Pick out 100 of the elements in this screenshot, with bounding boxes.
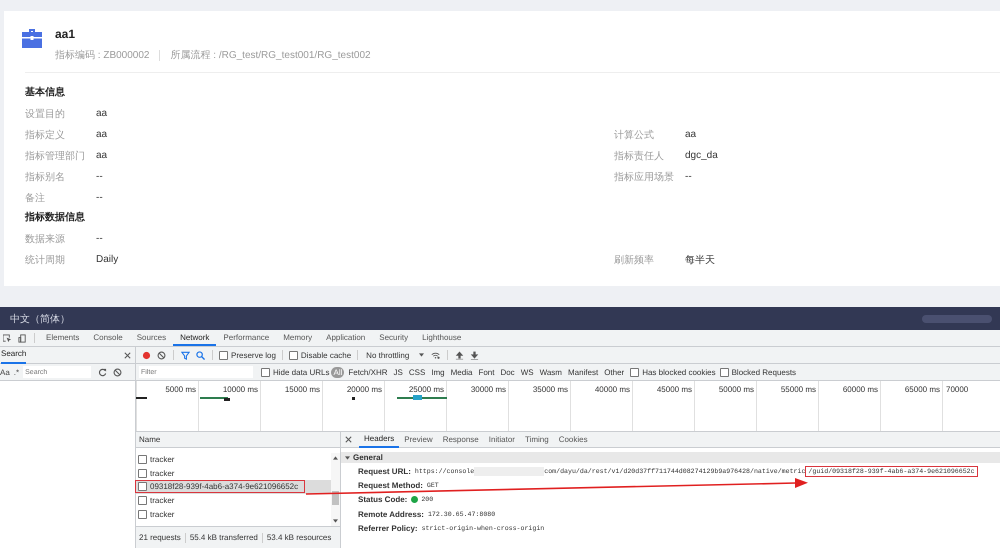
devtools-tab[interactable]: Performance bbox=[216, 330, 276, 346]
type-filter[interactable]: CSS bbox=[406, 368, 428, 376]
type-filter[interactable]: Other bbox=[602, 368, 626, 376]
field-label: 备注 bbox=[25, 192, 46, 204]
request-row[interactable]: tracker bbox=[136, 454, 180, 466]
devtools-tab[interactable]: Elements bbox=[39, 330, 86, 346]
scrollbar[interactable] bbox=[331, 453, 340, 526]
field-label: 指标定义 bbox=[25, 128, 66, 142]
language-label[interactable]: 中文（简体） bbox=[10, 312, 70, 326]
type-filter[interactable]: Font bbox=[476, 368, 496, 376]
type-filter[interactable]: Manifest bbox=[566, 368, 600, 376]
field-value: aa bbox=[96, 129, 108, 140]
inspect-icon[interactable] bbox=[3, 334, 12, 342]
field-value: aa bbox=[96, 108, 108, 119]
details-tab[interactable]: Preview bbox=[399, 432, 438, 447]
time-tick: 70000 bbox=[946, 385, 968, 394]
devtools-tab[interactable]: Console bbox=[86, 330, 130, 346]
header-name: Remote Address: bbox=[358, 510, 424, 519]
time-tick: 45000 ms bbox=[656, 385, 692, 394]
type-filter[interactable]: Wasm bbox=[538, 368, 564, 376]
briefcase-icon bbox=[21, 27, 43, 49]
header-name: Request Method: bbox=[358, 480, 423, 490]
details-tab[interactable]: Headers bbox=[359, 431, 400, 448]
clear-icon[interactable] bbox=[113, 368, 122, 376]
time-tick: 10000 ms bbox=[222, 385, 258, 394]
summary-text: 53.4 kB resources bbox=[266, 533, 332, 542]
devtools-tab[interactable]: Sources bbox=[130, 330, 174, 346]
time-tick: 20000 ms bbox=[346, 385, 382, 394]
scrollbar-thumb[interactable] bbox=[332, 491, 339, 505]
checkbox[interactable] bbox=[720, 368, 729, 376]
field-label: 指标应用场景 bbox=[614, 170, 675, 184]
section-title: General bbox=[353, 453, 383, 462]
type-filter[interactable]: Doc bbox=[498, 368, 517, 376]
caret-icon bbox=[419, 353, 424, 357]
checkbox-label[interactable]: Preserve log bbox=[231, 350, 276, 360]
header-name: Request URL: bbox=[358, 467, 411, 476]
devtools-tab[interactable]: Lighthouse bbox=[415, 330, 468, 346]
metric-title: aa1 bbox=[55, 27, 76, 41]
meta-text: 所属流程 : /RG_test/RG_test001/RG_test002 bbox=[170, 48, 371, 62]
close-icon[interactable] bbox=[123, 350, 132, 360]
field-label: 计算公式 bbox=[614, 128, 655, 142]
field-label: 数据来源 bbox=[25, 232, 66, 246]
type-filter[interactable]: Fetch/XHR bbox=[346, 368, 390, 376]
column-header[interactable]: Name bbox=[136, 432, 340, 448]
device-icon[interactable] bbox=[18, 334, 27, 342]
field-value: aa bbox=[96, 150, 108, 161]
field-value: -- bbox=[685, 171, 692, 182]
close-icon[interactable] bbox=[344, 435, 353, 444]
filter-icon[interactable] bbox=[181, 350, 190, 360]
search-icon[interactable] bbox=[196, 350, 205, 360]
upload-icon[interactable] bbox=[455, 350, 464, 360]
request-row[interactable]: tracker bbox=[136, 468, 180, 479]
record-icon[interactable] bbox=[142, 350, 151, 360]
summary-text: 55.4 kB transferred bbox=[190, 533, 258, 542]
details-tab[interactable]: Cookies bbox=[554, 432, 593, 447]
checkbox[interactable] bbox=[288, 350, 298, 360]
devtools-tab[interactable]: Security bbox=[372, 330, 416, 346]
field-label: 刷新频率 bbox=[614, 254, 655, 266]
field-label: 指标责任人 bbox=[614, 150, 665, 162]
devtools-tab[interactable]: Application bbox=[319, 330, 372, 346]
checkbox[interactable] bbox=[630, 368, 640, 376]
details-tab[interactable]: Response bbox=[438, 432, 484, 447]
throttling-dropdown[interactable]: No throttling bbox=[366, 350, 424, 360]
type-filter[interactable]: WS bbox=[518, 368, 536, 376]
section-header[interactable]: General bbox=[341, 452, 1000, 463]
checkbox-label[interactable]: Blocked Requests bbox=[732, 368, 796, 376]
summary-text: 21 requests bbox=[139, 533, 181, 542]
field-value: -- bbox=[96, 171, 103, 182]
type-filter[interactable]: Media bbox=[448, 368, 474, 376]
checkbox-label[interactable]: Hide data URLs bbox=[273, 368, 330, 376]
request-row[interactable]: tracker bbox=[136, 508, 180, 520]
field-value: -- bbox=[96, 192, 103, 203]
wifi-icon[interactable] bbox=[431, 350, 440, 360]
section-title: 指标数据信息 bbox=[24, 210, 86, 225]
case-toggle[interactable]: Aa bbox=[0, 368, 10, 376]
time-tick: 25000 ms bbox=[408, 385, 444, 394]
scroll-down-icon[interactable] bbox=[333, 519, 338, 523]
time-tick: 15000 ms bbox=[284, 385, 320, 394]
details-tab[interactable]: Initiator bbox=[484, 432, 520, 447]
details-tab[interactable]: Timing bbox=[520, 432, 554, 447]
request-row[interactable]: tracker bbox=[136, 495, 180, 506]
clear-icon[interactable] bbox=[157, 350, 166, 360]
header-name: Referrer Policy: bbox=[358, 524, 418, 534]
section-title: 基本信息 bbox=[24, 86, 66, 100]
field-label: 指标管理部门 bbox=[25, 150, 86, 162]
scroll-up-icon[interactable] bbox=[333, 456, 338, 460]
field-value: aa bbox=[685, 129, 696, 140]
regex-toggle[interactable]: .* bbox=[14, 368, 20, 376]
type-filter[interactable]: JS bbox=[392, 368, 405, 376]
checkbox[interactable] bbox=[261, 368, 270, 376]
time-tick: 35000 ms bbox=[532, 385, 568, 394]
checkbox-label[interactable]: Disable cache bbox=[300, 350, 352, 360]
checkbox-label[interactable]: Has blocked cookies bbox=[642, 368, 716, 376]
refresh-icon[interactable] bbox=[98, 368, 108, 376]
download-icon[interactable] bbox=[470, 350, 480, 360]
type-filter[interactable]: Img bbox=[429, 368, 447, 376]
devtools-tab[interactable]: Memory bbox=[276, 330, 320, 346]
header-name: Status Code: bbox=[358, 495, 408, 504]
redacted-area bbox=[922, 314, 992, 322]
checkbox[interactable] bbox=[219, 350, 228, 360]
